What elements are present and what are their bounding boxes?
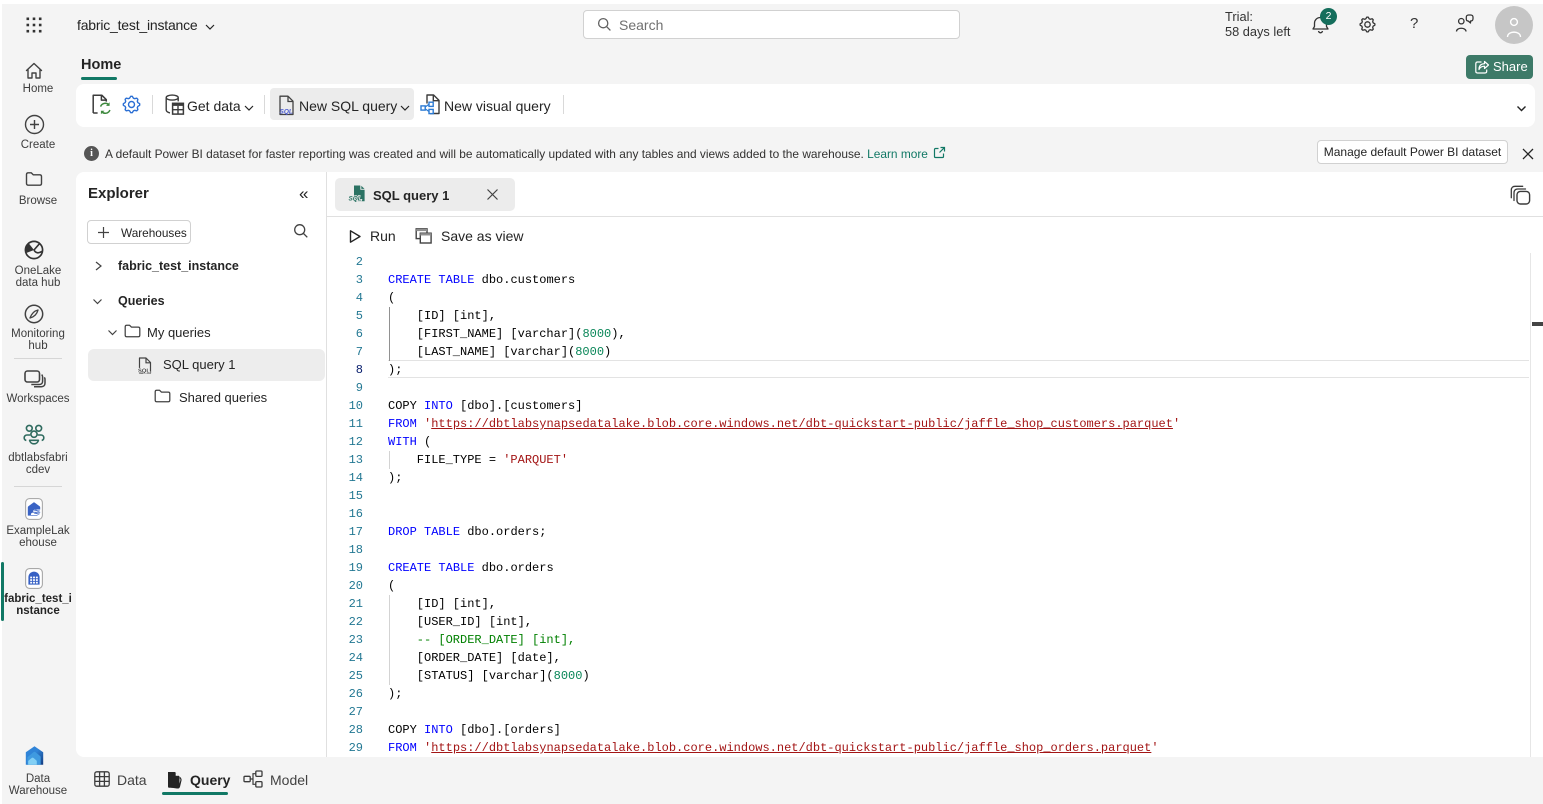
svg-text:SQL: SQL [138,368,150,374]
svg-text:SQL: SQL [349,196,362,202]
svg-text:SQL: SQL [280,109,293,116]
